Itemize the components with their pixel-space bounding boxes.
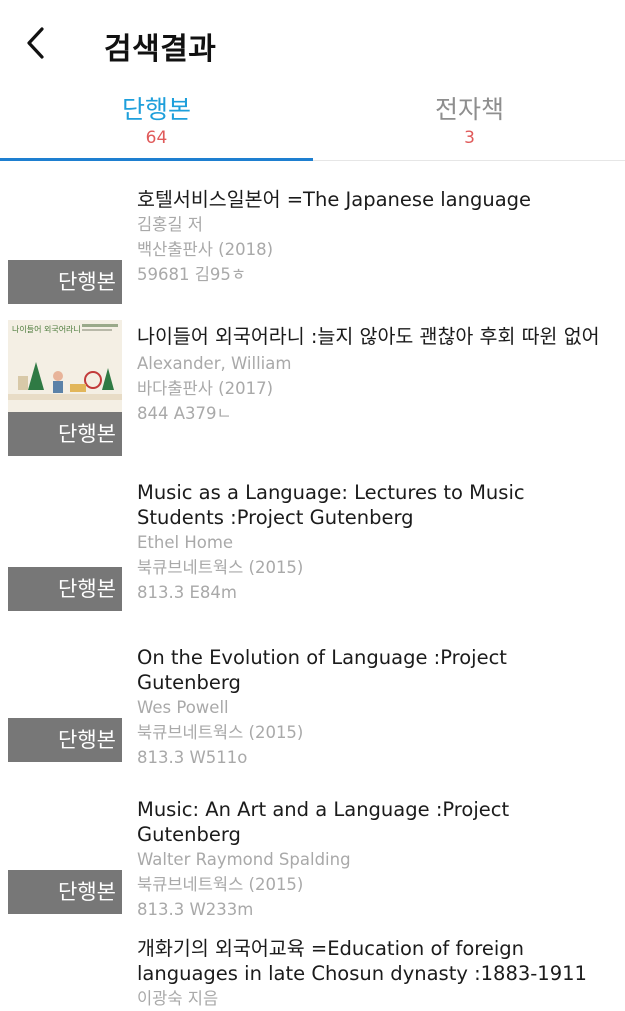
book-author: Alexander, William xyxy=(137,354,292,373)
tab-label: 전자책 xyxy=(434,95,504,124)
app-header: 검색결과 xyxy=(0,0,625,86)
book-thumbnail: 단행본 xyxy=(8,168,122,304)
book-author: Wes Powell xyxy=(137,698,229,717)
book-author: 김홍길 저 xyxy=(137,215,203,234)
book-thumbnail: 단행본 xyxy=(8,626,122,762)
book-publisher: 백산출판사 (2018) xyxy=(137,240,274,259)
book-cover-image: 나이들어 외국어라니 단행본 xyxy=(8,320,122,456)
book-publisher: 북큐브네트웍스 (2015) xyxy=(137,723,304,742)
tab-ebook[interactable]: 전자책 3 xyxy=(313,86,625,160)
book-call-number: 813.3 W511o xyxy=(137,748,248,767)
book-title: On the Evolution of Language :Project Gu… xyxy=(137,646,507,694)
book-title: Music: An Art and a Language :Project Gu… xyxy=(137,798,510,846)
cover-title-text: 나이들어 외국어라니 xyxy=(12,324,81,334)
book-author: 이광숙 지음 xyxy=(137,989,219,1008)
type-badge: 단행본 xyxy=(8,870,122,914)
tab-bar: 단행본 64 전자책 3 xyxy=(0,86,625,161)
book-call-number: 59681 김95ㅎ xyxy=(137,265,247,284)
book-title: Music as a Language: Lectures to Music S… xyxy=(137,481,525,529)
book-title: 호텔서비스일본어 =The Japanese language xyxy=(137,188,532,211)
book-author: Walter Raymond Spalding xyxy=(137,850,351,869)
page-title: 검색결과 xyxy=(104,32,217,67)
book-publisher: 바다출판사 (2017) xyxy=(137,379,274,398)
back-arrow-icon[interactable] xyxy=(22,24,58,62)
type-badge: 단행본 xyxy=(8,260,122,304)
book-title: 개화기의 외국어교육 =Education of foreign languag… xyxy=(137,937,587,985)
book-publisher: 북큐브네트웍스 (2015) xyxy=(137,558,304,577)
book-call-number: 844 A379ㄴ xyxy=(137,404,232,423)
tab-count: 3 xyxy=(464,128,475,148)
type-badge: 단행본 xyxy=(8,718,122,762)
book-thumbnail: 단행본 xyxy=(8,778,122,914)
book-title: 나이들어 외국어라니 :늘지 않아도 괜찮아 후회 따윈 없어 xyxy=(137,325,600,348)
book-call-number: 813.3 E84m xyxy=(137,583,237,602)
book-thumbnail: 단행본 xyxy=(8,475,122,611)
type-badge: 단행본 xyxy=(8,567,122,611)
active-tab-indicator xyxy=(0,158,313,161)
tab-count: 64 xyxy=(145,128,168,148)
book-call-number: 813.3 W233m xyxy=(137,900,254,919)
tab-label: 단행본 xyxy=(121,95,191,124)
type-badge: 단행본 xyxy=(8,412,122,456)
tab-monograph[interactable]: 단행본 64 xyxy=(0,86,313,160)
book-author: Ethel Home xyxy=(137,533,234,552)
book-publisher: 북큐브네트웍스 (2015) xyxy=(137,875,304,894)
